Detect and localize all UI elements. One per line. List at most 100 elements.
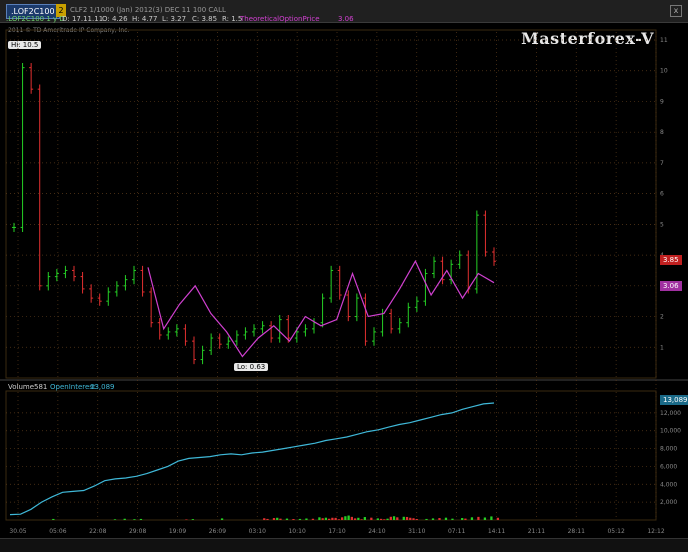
volume-bar [279, 518, 282, 520]
volume-axis-label: 8,000 [660, 446, 677, 453]
volume-bar [396, 517, 399, 520]
price-axis-label: 6 [660, 191, 664, 198]
volume-bar [113, 519, 117, 520]
low-label: Lo: 0.63 [234, 363, 269, 371]
time-tick-label: 17:10 [328, 528, 345, 535]
volume-bar [444, 517, 448, 520]
volume-bar [383, 519, 386, 520]
time-tick-label: 14:11 [488, 528, 505, 535]
price-axis-label: 8 [660, 129, 664, 136]
volume-bar [483, 517, 487, 520]
volume-bar [52, 518, 55, 520]
volume-axis-label: 12,000 [660, 410, 681, 417]
time-tick-label: 07:11 [448, 528, 465, 535]
volume-bar [477, 516, 480, 520]
volume-bar [285, 518, 289, 520]
volume-bar [438, 518, 441, 520]
volume-bar [344, 516, 347, 520]
volume-axis-label: 6,000 [660, 463, 677, 470]
volume-bar [379, 518, 383, 520]
price-panel-frame [5, 29, 657, 379]
price-axis-label: 11 [660, 37, 668, 44]
volume-bar [496, 517, 500, 520]
volume-bar [451, 518, 454, 520]
volume-bar [185, 519, 188, 520]
volume-bar [123, 518, 126, 520]
volume-label: Volume [8, 383, 35, 391]
volume-bar [276, 517, 279, 520]
time-tick-label: 19:09 [169, 528, 186, 535]
volume-bar [263, 518, 266, 520]
volume-bar [415, 519, 418, 520]
last-price-tag: 3.85 [660, 255, 682, 265]
price-axis-label: 9 [660, 98, 664, 105]
price-axis-label: 5 [660, 221, 664, 228]
volume-bar [363, 517, 366, 520]
time-tick-label: 21:11 [528, 528, 545, 535]
volume-bar [431, 518, 435, 520]
volume-bar [409, 517, 412, 520]
volume-bar [266, 518, 269, 520]
volume-bar [340, 517, 344, 520]
volume-bar [331, 517, 334, 520]
volume-bar [389, 516, 392, 520]
time-scrollbar[interactable] [0, 538, 688, 552]
volume-bar [337, 519, 341, 520]
volume-bar [392, 516, 396, 520]
time-tick-label: 28:11 [568, 528, 585, 535]
price-axis-label: 10 [660, 68, 668, 75]
price-axis-label: 7 [660, 160, 664, 167]
time-tick-label: 24:10 [368, 528, 385, 535]
volume-bar [490, 516, 493, 520]
open-interest-line [9, 402, 495, 516]
time-tick-label: 30.05 [9, 528, 26, 535]
volume-bar [360, 519, 363, 520]
volume-bar [370, 517, 373, 520]
time-tick-label: 29:08 [129, 528, 146, 535]
volume-bar [272, 518, 276, 520]
volume-bar [347, 515, 350, 520]
time-tick-label: 05:06 [49, 528, 66, 535]
volume-value: 581 [34, 383, 48, 391]
price-chart[interactable]: 30.05 05:06 22:08 29:08 19:09 26:09 03:10 10:10… [0, 0, 688, 551]
volume-bar [464, 518, 467, 520]
volume-bar [220, 518, 224, 520]
volume-bar [191, 519, 194, 520]
time-tick-label: 31:10 [408, 528, 425, 535]
volume-bar [311, 518, 315, 520]
volume-bar [353, 518, 357, 520]
volume-bar [328, 518, 331, 520]
volume-bar [318, 517, 321, 520]
volume-bar [292, 519, 295, 520]
volume-axis-label: 2,000 [660, 499, 677, 506]
volume-bar [133, 519, 136, 520]
volume-bar [139, 518, 143, 520]
theoretical-price-tag: 3.06 [660, 281, 682, 291]
price-axis-label: 2 [660, 314, 664, 321]
price-axis-label: 1 [660, 344, 664, 351]
volume-panel-frame [5, 390, 657, 521]
volume-bar [386, 518, 389, 520]
oi-value: 13,089 [90, 383, 115, 391]
time-tick-label: 10:10 [288, 528, 305, 535]
oi-value-tag: 13,089 [660, 395, 688, 405]
volume-bar [470, 517, 474, 520]
volume-bar [324, 517, 328, 520]
volume-bar [298, 518, 302, 520]
volume-bar [412, 518, 415, 520]
volume-axis-label: 4,000 [660, 481, 677, 488]
volume-bar [334, 517, 337, 520]
volume-bar [461, 518, 464, 520]
volume-bar [376, 518, 379, 520]
volume-bar [357, 517, 360, 520]
time-tick-label: 26:09 [209, 528, 226, 535]
volume-bar [402, 516, 405, 520]
oi-label: OpenInterest [50, 383, 96, 391]
volume-bar [425, 518, 428, 520]
volume-bar [321, 518, 324, 520]
time-tick-label: 22:08 [89, 528, 106, 535]
volume-bar [405, 516, 409, 520]
time-tick-label: 05:12 [607, 528, 624, 535]
volume-bar [350, 516, 353, 520]
time-tick-label: 03:10 [249, 528, 266, 535]
